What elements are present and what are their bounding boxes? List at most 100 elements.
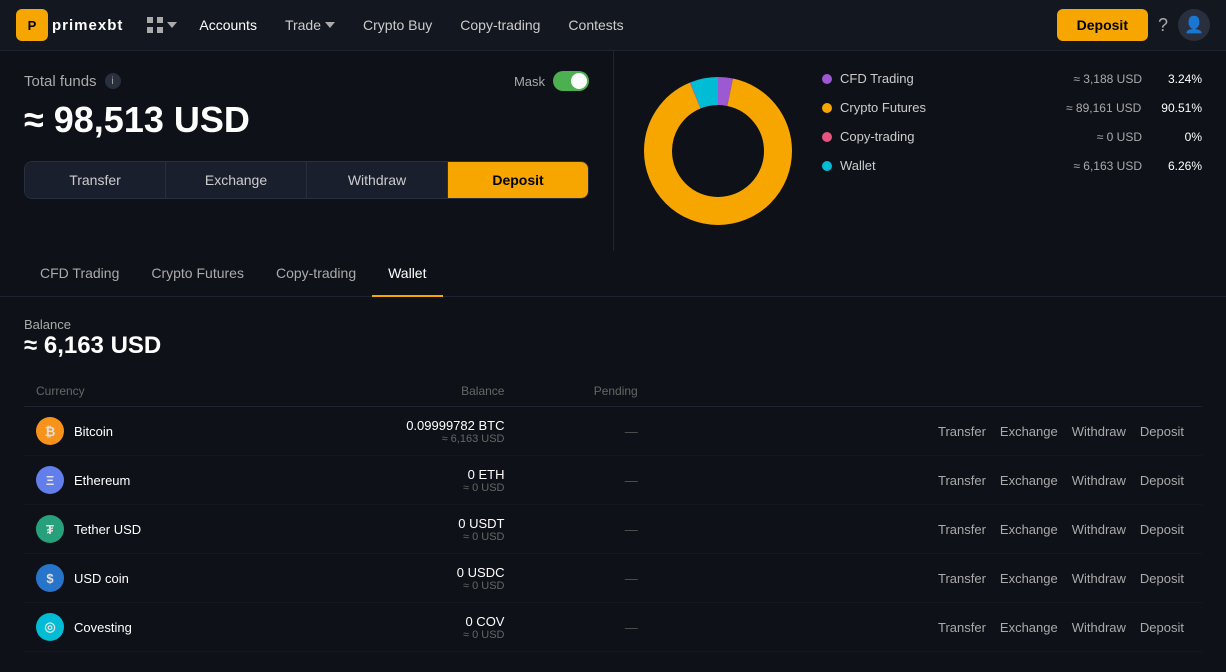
action-buttons: Transfer Exchange Withdraw Deposit (24, 161, 589, 199)
legend-pct-cfd: 3.24% (1162, 72, 1202, 86)
help-icon-button[interactable]: ? (1148, 15, 1178, 36)
table-row: Ξ Ethereum 0 ETH ≈ 0 USD — Transfer Exch… (24, 456, 1202, 505)
pending-cell: — (516, 505, 649, 554)
currency-cell: ₿ Bitcoin (24, 407, 277, 456)
row-withdraw-link[interactable]: Withdraw (1066, 522, 1132, 537)
col-balance: Balance (277, 376, 516, 407)
logo[interactable]: P primexbt (16, 9, 123, 41)
balance-usd: ≈ 0 USD (289, 629, 504, 641)
row-deposit-link[interactable]: Deposit (1134, 571, 1190, 586)
mask-toggle[interactable]: Mask (514, 71, 589, 91)
actions-cell: Transfer Exchange Withdraw Deposit (650, 505, 1202, 554)
row-withdraw-link[interactable]: Withdraw (1066, 424, 1132, 439)
info-icon[interactable]: i (105, 73, 121, 89)
apps-grid-button[interactable] (147, 17, 177, 33)
portfolio-chart-panel: CFD Trading ≈ 3,188 USD 3.24% Crypto Fut… (614, 51, 1226, 251)
row-transfer-link[interactable]: Transfer (932, 473, 992, 488)
tab-wallet[interactable]: Wallet (372, 251, 442, 297)
balance-cell: 0 COV ≈ 0 USD (277, 603, 516, 652)
crypto-name: Tether USD (74, 522, 141, 537)
nav-contests[interactable]: Contests (554, 0, 637, 51)
row-transfer-link[interactable]: Transfer (932, 424, 992, 439)
wallet-balance-label: Balance (24, 317, 1202, 332)
row-exchange-link[interactable]: Exchange (994, 473, 1064, 488)
col-pending: Pending (516, 376, 649, 407)
legend-name-copytrading: Copy-trading (840, 129, 1089, 144)
wallet-table: Currency Balance Pending ₿ Bitcoin 0.099… (24, 376, 1202, 652)
crypto-name: Covesting (74, 620, 132, 635)
row-exchange-link[interactable]: Exchange (994, 620, 1064, 635)
balance-cell: 0 USDT ≈ 0 USD (277, 505, 516, 554)
nav-trade[interactable]: Trade (271, 0, 349, 51)
row-transfer-link[interactable]: Transfer (932, 522, 992, 537)
legend-usd-wallet: ≈ 6,163 USD (1073, 159, 1142, 173)
crypto-name: USD coin (74, 571, 129, 586)
legend-item-copytrading: Copy-trading ≈ 0 USD 0% (822, 129, 1202, 144)
row-exchange-link[interactable]: Exchange (994, 522, 1064, 537)
nav-copy-trading[interactable]: Copy-trading (446, 0, 554, 51)
table-row: ₮ Tether USD 0 USDT ≈ 0 USD — Transfer E… (24, 505, 1202, 554)
row-transfer-link[interactable]: Transfer (932, 571, 992, 586)
table-row: ◎ Covesting 0 COV ≈ 0 USD — Transfer Exc… (24, 603, 1202, 652)
pending-cell: — (516, 603, 649, 652)
balance-main: 0 USDC (289, 565, 504, 580)
legend-pct-futures: 90.51% (1161, 101, 1202, 115)
transfer-button[interactable]: Transfer (25, 162, 166, 198)
actions-cell: Transfer Exchange Withdraw Deposit (650, 456, 1202, 505)
deposit-button[interactable]: Deposit (448, 162, 588, 198)
legend-dot-wallet (822, 161, 832, 171)
tab-crypto-futures[interactable]: Crypto Futures (135, 251, 260, 297)
balance-usd: ≈ 0 USD (289, 531, 504, 543)
balance-cell: 0 USDC ≈ 0 USD (277, 554, 516, 603)
row-exchange-link[interactable]: Exchange (994, 571, 1064, 586)
pending-cell: — (516, 407, 649, 456)
pending-cell: — (516, 554, 649, 603)
top-deposit-button[interactable]: Deposit (1057, 9, 1148, 41)
row-withdraw-link[interactable]: Withdraw (1066, 620, 1132, 635)
row-withdraw-link[interactable]: Withdraw (1066, 571, 1132, 586)
balance-main: 0 USDT (289, 516, 504, 531)
legend-usd-copytrading: ≈ 0 USD (1097, 130, 1142, 144)
legend-usd-futures: ≈ 89,161 USD (1066, 101, 1141, 115)
tab-cfd-trading[interactable]: CFD Trading (24, 251, 135, 297)
col-actions (650, 376, 1202, 407)
tab-copy-trading[interactable]: Copy-trading (260, 251, 372, 297)
user-avatar[interactable]: 👤 (1178, 9, 1210, 41)
logo-text: primexbt (52, 17, 123, 34)
total-funds-header: Total funds i Mask (24, 71, 589, 91)
mask-switch[interactable] (553, 71, 589, 91)
nav-buy-crypto[interactable]: Crypto Buy (349, 0, 446, 51)
row-transfer-link[interactable]: Transfer (932, 620, 992, 635)
row-deposit-link[interactable]: Deposit (1134, 424, 1190, 439)
row-deposit-link[interactable]: Deposit (1134, 522, 1190, 537)
col-currency: Currency (24, 376, 277, 407)
legend-dot-copytrading (822, 132, 832, 142)
legend-pct-copytrading: 0% (1162, 130, 1202, 144)
row-exchange-link[interactable]: Exchange (994, 424, 1064, 439)
balance-cell: 0.09999782 BTC ≈ 6,163 USD (277, 407, 516, 456)
exchange-button[interactable]: Exchange (166, 162, 307, 198)
crypto-icon: ₿ (36, 417, 64, 445)
total-funds-panel: Total funds i Mask ≈ 98,513 USD Transfer… (0, 51, 614, 251)
top-navigation: P primexbt Accounts Trade Crypto Buy Cop… (0, 0, 1226, 51)
actions-cell: Transfer Exchange Withdraw Deposit (650, 407, 1202, 456)
legend-name-wallet: Wallet (840, 158, 1065, 173)
withdraw-button[interactable]: Withdraw (307, 162, 448, 198)
balance-main: 0.09999782 BTC (289, 418, 504, 433)
legend-item-wallet: Wallet ≈ 6,163 USD 6.26% (822, 158, 1202, 173)
legend-name-futures: Crypto Futures (840, 100, 1058, 115)
chart-legend: CFD Trading ≈ 3,188 USD 3.24% Crypto Fut… (822, 71, 1202, 187)
balance-cell: 0 ETH ≈ 0 USD (277, 456, 516, 505)
balance-usd: ≈ 6,163 USD (289, 433, 504, 445)
nav-accounts[interactable]: Accounts (185, 0, 271, 51)
legend-item-cfd: CFD Trading ≈ 3,188 USD 3.24% (822, 71, 1202, 86)
total-funds-label: Total funds (24, 73, 97, 90)
logo-icon: P (16, 9, 48, 41)
currency-cell: ◎ Covesting (24, 603, 277, 652)
table-row: $ USD coin 0 USDC ≈ 0 USD — Transfer Exc… (24, 554, 1202, 603)
actions-cell: Transfer Exchange Withdraw Deposit (650, 554, 1202, 603)
row-deposit-link[interactable]: Deposit (1134, 473, 1190, 488)
donut-svg (638, 71, 798, 231)
row-deposit-link[interactable]: Deposit (1134, 620, 1190, 635)
row-withdraw-link[interactable]: Withdraw (1066, 473, 1132, 488)
